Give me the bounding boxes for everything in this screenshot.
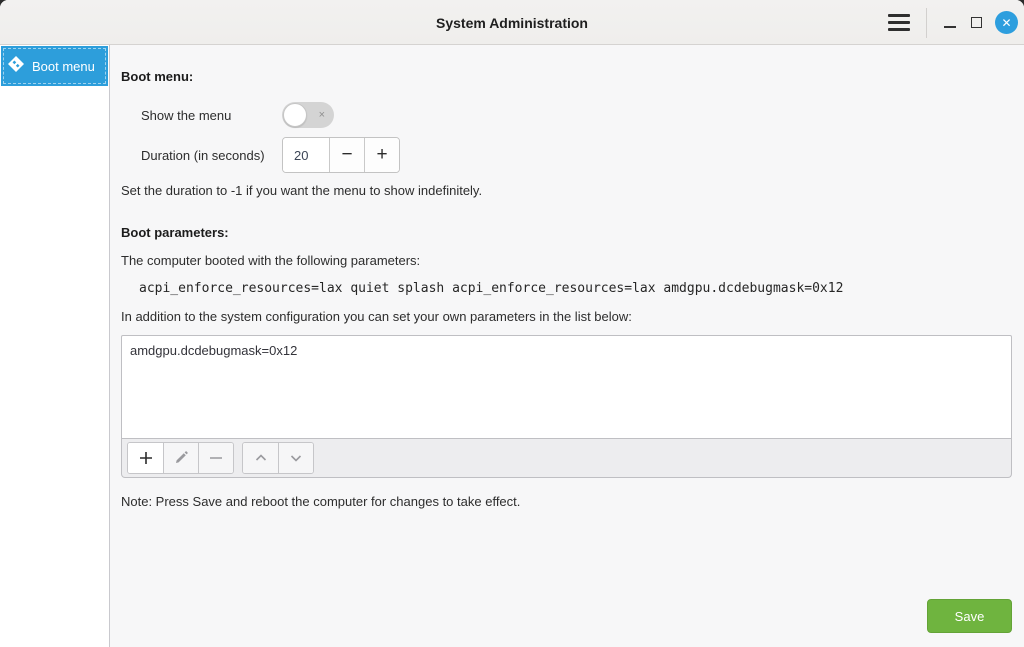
save-note: Note: Press Save and reboot the computer…	[121, 494, 1012, 510]
maximize-button[interactable]	[963, 8, 989, 38]
custom-params-label: In addition to the system configuration …	[121, 309, 1012, 325]
show-menu-row: Show the menu ×	[141, 102, 1012, 128]
sidebar-item-boot-menu[interactable]: Boot menu	[1, 46, 108, 86]
duration-input[interactable]	[283, 138, 329, 172]
move-down-button[interactable]	[278, 443, 313, 473]
chevron-down-icon	[288, 450, 304, 466]
toggle-off-icon: ×	[319, 102, 325, 128]
custom-params-list[interactable]: amdgpu.dcdebugmask=0x12	[121, 335, 1012, 439]
toggle-knob	[283, 103, 307, 127]
main-panel: Boot menu: Show the menu × Duration (in …	[110, 45, 1024, 647]
close-icon: ✕	[1001, 16, 1011, 30]
minimize-button[interactable]	[937, 8, 963, 38]
system-administration-window: System Administration ✕	[0, 0, 1024, 647]
plus-icon: +	[376, 144, 387, 166]
add-parameter-button[interactable]	[128, 443, 163, 473]
edit-parameter-button[interactable]	[163, 443, 198, 473]
duration-label: Duration (in seconds)	[141, 148, 282, 163]
list-item[interactable]: amdgpu.dcdebugmask=0x12	[130, 343, 1003, 358]
hamburger-icon	[888, 21, 910, 24]
params-toolbar	[121, 439, 1012, 478]
duration-decrement-button[interactable]: −	[329, 138, 364, 172]
minus-icon: −	[341, 144, 352, 166]
app-menu-button[interactable]	[882, 7, 916, 39]
plus-icon	[138, 450, 154, 466]
minus-icon	[208, 450, 224, 466]
sidebar-item-label: Boot menu	[32, 59, 95, 74]
close-button[interactable]: ✕	[995, 11, 1018, 34]
duration-spinbox: − +	[282, 137, 400, 173]
booted-params-label: The computer booted with the following p…	[121, 253, 1012, 269]
maximize-icon	[971, 17, 982, 28]
move-up-button[interactable]	[243, 443, 278, 473]
boot-menu-heading: Boot menu:	[121, 69, 1012, 85]
window-content: Boot menu Boot menu: Show the menu × Dur…	[0, 45, 1024, 647]
window-title: System Administration	[0, 0, 1024, 45]
chevron-up-icon	[253, 450, 269, 466]
booted-params-value: acpi_enforce_resources=lax quiet splash …	[121, 281, 1012, 297]
remove-parameter-button[interactable]	[198, 443, 233, 473]
minimize-icon	[944, 26, 956, 28]
boot-parameters-heading: Boot parameters:	[121, 225, 1012, 241]
show-menu-toggle[interactable]: ×	[282, 102, 334, 128]
hamburger-icon	[888, 14, 910, 17]
titlebar-controls: ✕	[882, 0, 1018, 45]
show-menu-label: Show the menu	[141, 108, 282, 123]
duration-row: Duration (in seconds) − +	[141, 137, 1012, 173]
titlebar-separator	[926, 8, 927, 38]
boot-menu-icon	[7, 55, 25, 78]
duration-increment-button[interactable]: +	[364, 138, 399, 172]
reorder-button-group	[242, 442, 314, 474]
hamburger-icon	[888, 28, 910, 31]
pencil-icon	[173, 450, 189, 466]
titlebar: System Administration ✕	[0, 0, 1024, 45]
save-button[interactable]: Save	[927, 599, 1012, 633]
edit-button-group	[127, 442, 234, 474]
duration-hint: Set the duration to -1 if you want the m…	[121, 183, 1012, 199]
sidebar: Boot menu	[0, 45, 110, 647]
